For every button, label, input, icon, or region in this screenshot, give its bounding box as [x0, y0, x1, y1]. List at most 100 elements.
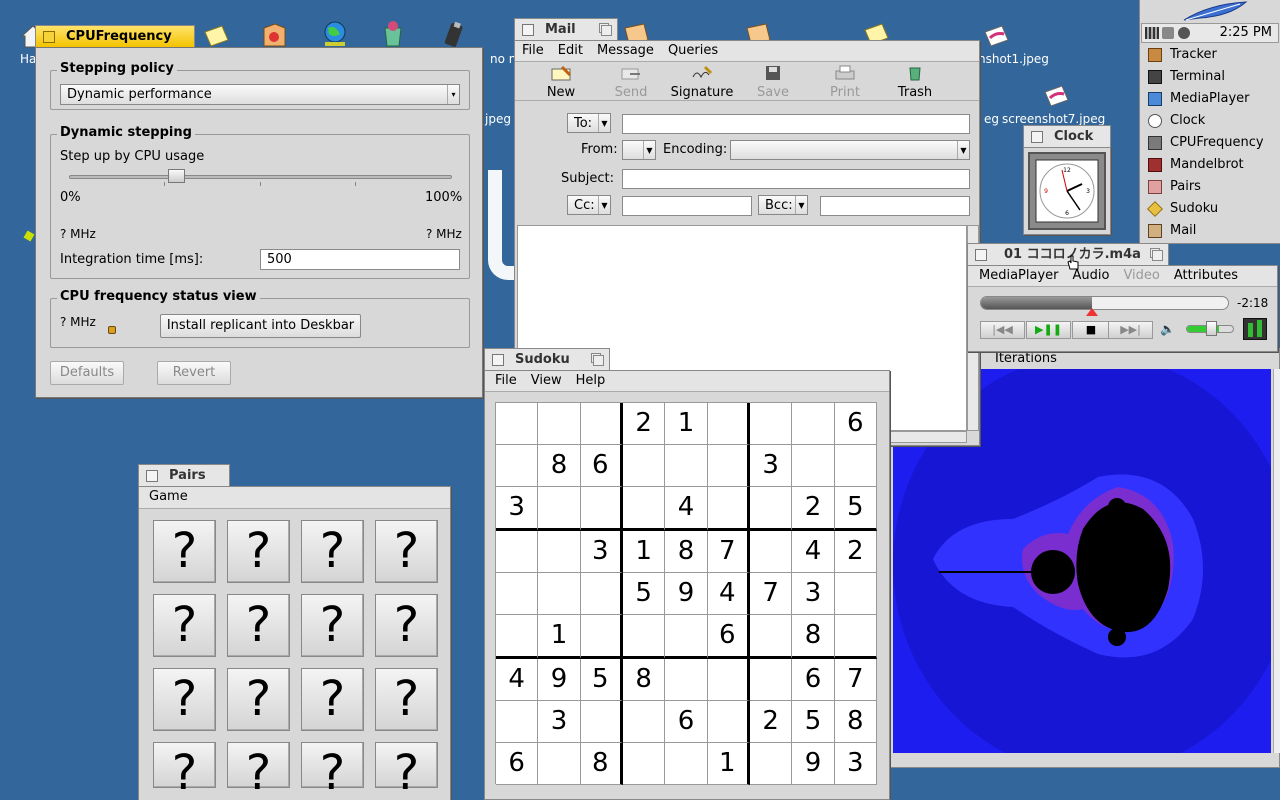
sudoku-cell[interactable]: 2 — [622, 403, 666, 445]
cc-field[interactable] — [622, 196, 752, 216]
mail-menu-edit[interactable]: Edit — [551, 41, 590, 61]
sudoku-menu-help[interactable]: Help — [569, 371, 613, 391]
sudoku-cell[interactable]: 4 — [707, 573, 750, 615]
sudoku-cell[interactable] — [580, 573, 623, 615]
mandelbrot-menu-label[interactable]: Iterations — [995, 351, 1057, 366]
volume-thumb[interactable] — [1205, 321, 1217, 336]
sudoku-cell[interactable]: 1 — [538, 615, 581, 659]
sudoku-cell[interactable] — [496, 445, 539, 487]
sudoku-cell[interactable]: 7 — [749, 573, 793, 615]
sudoku-cell[interactable]: 6 — [665, 701, 708, 743]
sudoku-cell[interactable]: 4 — [496, 659, 539, 701]
sudoku-cell[interactable]: 9 — [538, 659, 581, 701]
zoom-icon[interactable] — [591, 353, 604, 366]
sudoku-cell[interactable]: 9 — [792, 743, 835, 785]
sudoku-cell[interactable] — [496, 701, 539, 743]
sudoku-cell[interactable] — [707, 701, 750, 743]
sudoku-cell[interactable] — [622, 615, 666, 659]
sudoku-cell[interactable]: 6 — [580, 445, 623, 487]
print-button[interactable]: Print — [817, 65, 873, 100]
sudoku-cell[interactable]: 3 — [749, 445, 793, 487]
mail-menu-file[interactable]: File — [515, 41, 551, 61]
signature-button[interactable]: Signature — [667, 65, 737, 100]
pairs-card[interactable]: ? — [301, 668, 364, 731]
sudoku-cell[interactable] — [665, 743, 708, 785]
pairs-card[interactable]: ? — [375, 668, 438, 731]
usb-drive-icon[interactable] — [440, 20, 466, 47]
cpufrequency-window-tab[interactable]: CPUFrequency — [35, 25, 195, 47]
sudoku-cell[interactable] — [496, 615, 539, 659]
volume-tray-icon[interactable] — [1178, 27, 1190, 39]
sudoku-window-tab[interactable]: Sudoku — [484, 348, 610, 370]
sudoku-cell[interactable] — [749, 403, 793, 445]
sudoku-cell[interactable]: 6 — [792, 659, 835, 701]
new-button[interactable]: New — [533, 65, 589, 100]
sudoku-cell[interactable]: 8 — [834, 701, 877, 743]
revert-button[interactable]: Revert — [157, 361, 231, 385]
sudoku-cell[interactable]: 2 — [792, 487, 835, 531]
trash-desktop-icon[interactable] — [379, 20, 405, 47]
sudoku-cell[interactable]: 3 — [538, 701, 581, 743]
bcc-selector[interactable]: Bcc: ▼ — [758, 195, 808, 215]
clock-window-tab[interactable]: Clock — [1023, 125, 1111, 147]
close-icon[interactable] — [522, 24, 534, 36]
mail-window-tab[interactable]: Mail — [514, 18, 618, 40]
sudoku-cell[interactable] — [792, 445, 835, 487]
sudoku-cell[interactable]: 6 — [834, 403, 877, 445]
sudoku-cell[interactable] — [707, 487, 750, 531]
sudoku-cell[interactable]: 5 — [834, 487, 877, 531]
skip-forward-button[interactable]: ▶▶| — [1108, 321, 1153, 339]
sudoku-cell[interactable]: 5 — [622, 573, 666, 615]
sudoku-cell[interactable] — [580, 615, 623, 659]
close-icon[interactable] — [492, 354, 504, 366]
trash-button[interactable]: Trash — [887, 65, 943, 100]
sudoku-cell[interactable] — [749, 531, 793, 573]
sudoku-cell[interactable] — [580, 487, 623, 531]
deskbar-item-tracker[interactable]: Tracker — [1145, 44, 1275, 66]
integration-time-field[interactable]: 500 — [260, 249, 460, 270]
sudoku-cell[interactable] — [834, 445, 877, 487]
sudoku-cell[interactable]: 8 — [580, 743, 623, 785]
sudoku-menu-view[interactable]: View — [524, 371, 569, 391]
pairs-card[interactable]: ? — [375, 594, 438, 657]
sudoku-cell[interactable]: 5 — [792, 701, 835, 743]
deskbar-item-mediaplayer[interactable]: MediaPlayer — [1145, 88, 1275, 110]
pairs-card[interactable]: ? — [153, 668, 216, 731]
deskbar-item-clock[interactable]: Clock — [1145, 110, 1275, 132]
sudoku-menu-file[interactable]: File — [485, 371, 524, 391]
sudoku-cell[interactable] — [707, 445, 750, 487]
sudoku-cell[interactable] — [622, 487, 666, 531]
sudoku-cell[interactable] — [580, 701, 623, 743]
sudoku-cell[interactable] — [496, 403, 539, 445]
sudoku-cell[interactable] — [665, 659, 708, 701]
pairs-card[interactable]: ? — [153, 594, 216, 657]
sudoku-cell[interactable]: 8 — [622, 659, 666, 701]
sudoku-cell[interactable] — [834, 615, 877, 659]
deskbar-item-cpufrequency[interactable]: CPUFrequency — [1145, 132, 1275, 154]
sudoku-cell[interactable] — [496, 531, 539, 573]
sudoku-cell[interactable] — [538, 403, 581, 445]
sudoku-cell[interactable]: 5 — [580, 659, 623, 701]
pairs-card[interactable]: ? — [153, 520, 216, 583]
seek-marker[interactable] — [1086, 308, 1099, 316]
encoding-selector[interactable]: ▼ — [730, 140, 970, 160]
close-icon[interactable] — [146, 470, 158, 482]
pairs-card[interactable]: ? — [227, 520, 290, 583]
sudoku-cell[interactable] — [792, 403, 835, 445]
defaults-button[interactable]: Defaults — [50, 361, 124, 385]
pairs-card[interactable]: ? — [227, 742, 290, 800]
sudoku-cell[interactable]: 1 — [622, 531, 666, 573]
sudoku-cell[interactable]: 2 — [749, 701, 793, 743]
sudoku-cell[interactable] — [538, 531, 581, 573]
cpu-monitor-icon[interactable] — [1145, 27, 1159, 39]
sudoku-cell[interactable]: 4 — [665, 487, 708, 531]
sudoku-cell[interactable] — [622, 701, 666, 743]
network-icon[interactable] — [320, 20, 346, 46]
to-selector[interactable]: To: ▼ — [567, 113, 611, 133]
document-icon[interactable] — [202, 24, 229, 48]
cpu-usage-slider-track[interactable] — [69, 175, 452, 179]
deskbar-item-mandelbrot[interactable]: Mandelbrot — [1145, 154, 1275, 176]
to-field[interactable] — [622, 114, 970, 134]
sudoku-cell[interactable]: 8 — [538, 445, 581, 487]
leaf-menu-icon[interactable] — [1180, 0, 1250, 22]
